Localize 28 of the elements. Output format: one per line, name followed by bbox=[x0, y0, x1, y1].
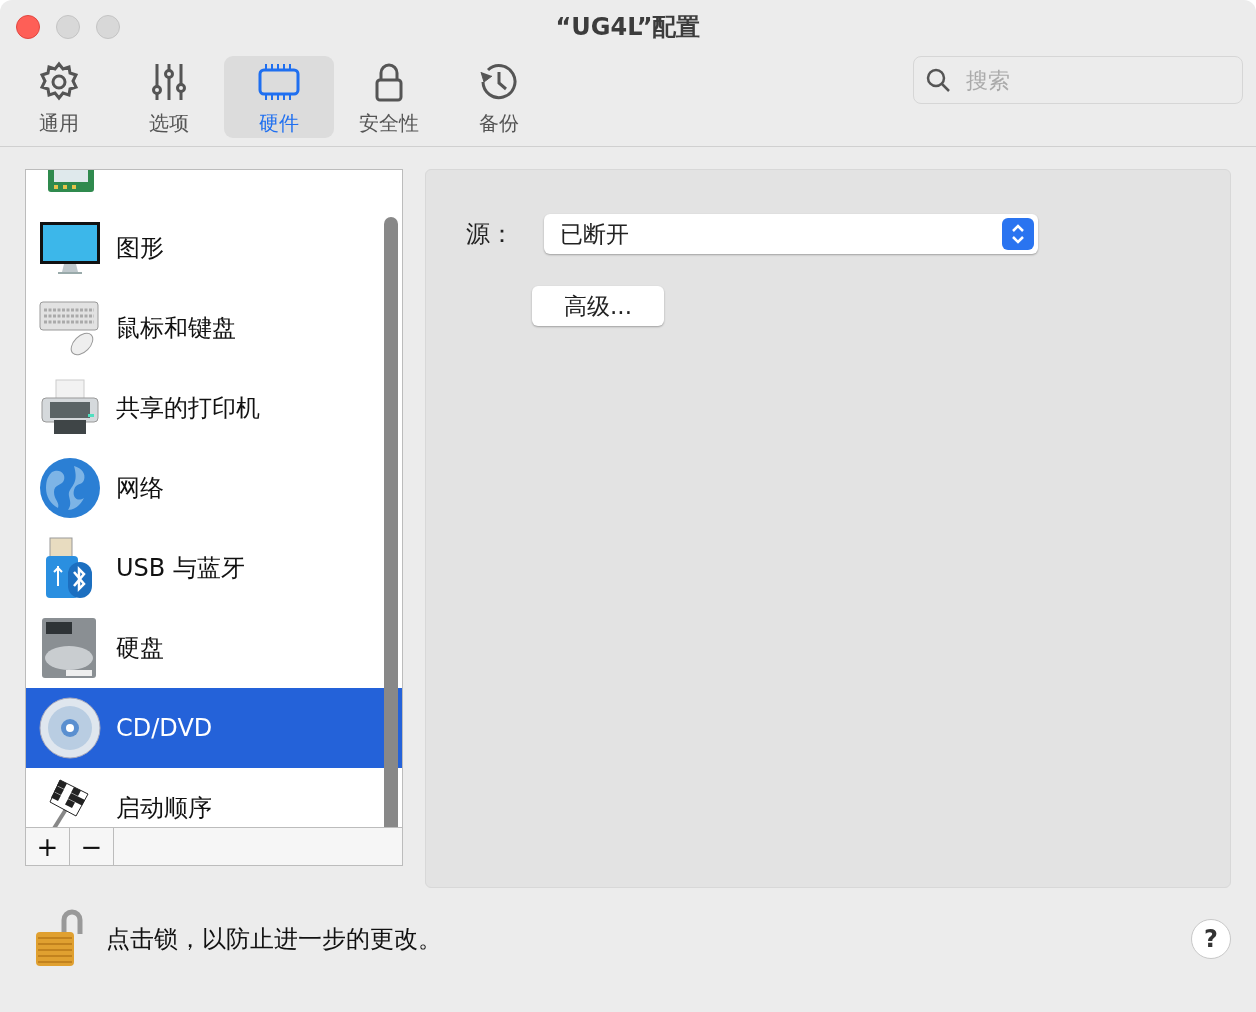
toolbar-tab[interactable]: 通用 bbox=[4, 56, 114, 138]
remove-button[interactable]: − bbox=[70, 828, 114, 865]
advanced-button[interactable]: 高级... bbox=[532, 286, 664, 326]
add-button[interactable]: + bbox=[26, 828, 70, 865]
device-row[interactable]: CD/DVD bbox=[26, 688, 402, 768]
cd-disc-icon bbox=[38, 696, 102, 760]
device-row[interactable]: 图形 bbox=[26, 208, 402, 288]
stepper-arrows-icon bbox=[1002, 218, 1034, 250]
scrollbar-thumb[interactable] bbox=[384, 217, 398, 828]
device-row[interactable]: 共享的打印机 bbox=[26, 368, 402, 448]
globe-icon bbox=[38, 456, 102, 520]
device-row[interactable]: 硬盘 bbox=[26, 608, 402, 688]
source-dropdown[interactable]: 已断开 bbox=[544, 214, 1038, 254]
lock-hint-text: 点击锁，以防止进一步的更改。 bbox=[106, 924, 442, 955]
search-field[interactable]: 搜索 bbox=[913, 56, 1243, 104]
close-button[interactable] bbox=[16, 15, 40, 39]
device-row[interactable]: USB 与蓝牙 bbox=[26, 528, 402, 608]
toolbar-tab[interactable]: 安全性 bbox=[334, 56, 444, 138]
zoom-button[interactable] bbox=[96, 15, 120, 39]
source-label: 源： bbox=[466, 219, 514, 250]
toolbar-tab[interactable]: 备份 bbox=[444, 56, 554, 138]
device-row[interactable]: 鼠标和键盘 bbox=[26, 288, 402, 368]
toolbar-tab[interactable]: 选项 bbox=[114, 56, 224, 138]
minimize-button[interactable] bbox=[56, 15, 80, 39]
device-row[interactable]: 网络 bbox=[26, 448, 402, 528]
window-title: “UG4L”配置 bbox=[555, 12, 701, 43]
search-icon bbox=[925, 67, 951, 93]
help-button[interactable]: ? bbox=[1191, 919, 1231, 959]
